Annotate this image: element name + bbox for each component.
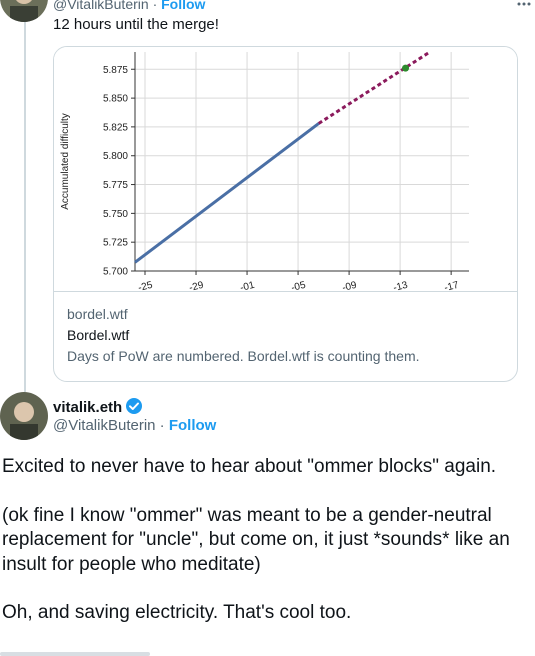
chart-actual-line [134,122,320,264]
timestamp-placeholder [0,652,150,656]
tweet-thread: @VitalikButerin · Follow 12 hours until … [0,0,535,656]
chart-x-tick-label: -01 [239,280,256,291]
chart-x-tick-label: -05 [290,280,307,291]
verified-badge-icon [125,397,143,419]
top-tweet-follow-link[interactable]: Follow [161,0,205,12]
chart-merge-marker [402,64,410,72]
top-tweet-avatar[interactable] [0,0,48,22]
main-tweet-avatar[interactable] [0,392,48,440]
card-info: bordel.wtf Bordel.wtf Days of PoW are nu… [67,304,507,367]
chart-x-tick-label: -13 [392,280,409,291]
top-tweet-text: 12 hours until the merge! [53,16,219,33]
chart-x-tick-label: -29 [188,280,205,291]
main-tweet-text: Excited to never have to hear about "omm… [2,455,530,650]
tweet-paragraph: (ok fine I know "ommer" was meant to be … [2,504,510,575]
tweet-paragraph: Excited to never have to hear about "omm… [2,456,497,477]
chart-y-tick-label: 5.825 [103,122,128,133]
top-tweet-handle-row: @VitalikButerin · Follow [53,0,205,12]
main-tweet-handle[interactable]: @VitalikButerin [53,417,156,434]
separator-dot: · [159,417,165,434]
main-tweet-follow-link[interactable]: Follow [169,417,217,434]
main-tweet-handle-row: @VitalikButerin · Follow [53,417,216,434]
chart-y-tick-label: 5.775 [103,180,128,191]
chart-y-tick-label: 5.850 [103,94,128,105]
author-display-name[interactable]: vitalik.eth [53,399,122,416]
chart-y-tick-label: 5.700 [103,267,128,278]
main-tweet-author-row: vitalik.eth [53,397,143,419]
card-domain: bordel.wtf [67,306,128,322]
link-preview-card[interactable]: -25 -29 -01 -05 -09 -13 -17 5.700 5.725 5.750 5.77… [53,46,518,382]
chart-projected-line [317,51,430,125]
info-icon[interactable] [501,650,517,656]
chart-x-tick-label: -09 [341,280,358,291]
separator-dot: · [152,0,158,12]
card-description: Days of PoW are numbered. Bordel.wtf is … [67,348,420,364]
chart-y-tick-label: 5.875 [103,65,128,76]
top-tweet-handle[interactable]: @VitalikButerin [53,0,149,12]
card-title: Bordel.wtf [67,327,130,343]
chart-y-axis-label: Accumulated difficulty [60,113,71,210]
more-options-icon[interactable] [517,0,531,10]
chart-y-tick-label: 5.750 [103,209,128,220]
difficulty-chart: -25 -29 -01 -05 -09 -13 -17 5.700 5.725 5.750 5.77… [60,51,469,291]
tweet-paragraph: Oh, and saving electricity. That's cool … [2,602,352,623]
timestamp-row-cropped [0,650,535,656]
chart-y-tick-label: 5.800 [103,151,128,162]
chart-y-tick-label: 5.725 [103,238,128,249]
chart-x-tick-label: -17 [443,280,460,291]
card-chart-image: -25 -29 -01 -05 -09 -13 -17 5.700 5.725 5.750 5.77… [54,47,517,292]
thread-connector-line [24,20,26,392]
chart-x-tick-label: -25 [137,280,154,291]
